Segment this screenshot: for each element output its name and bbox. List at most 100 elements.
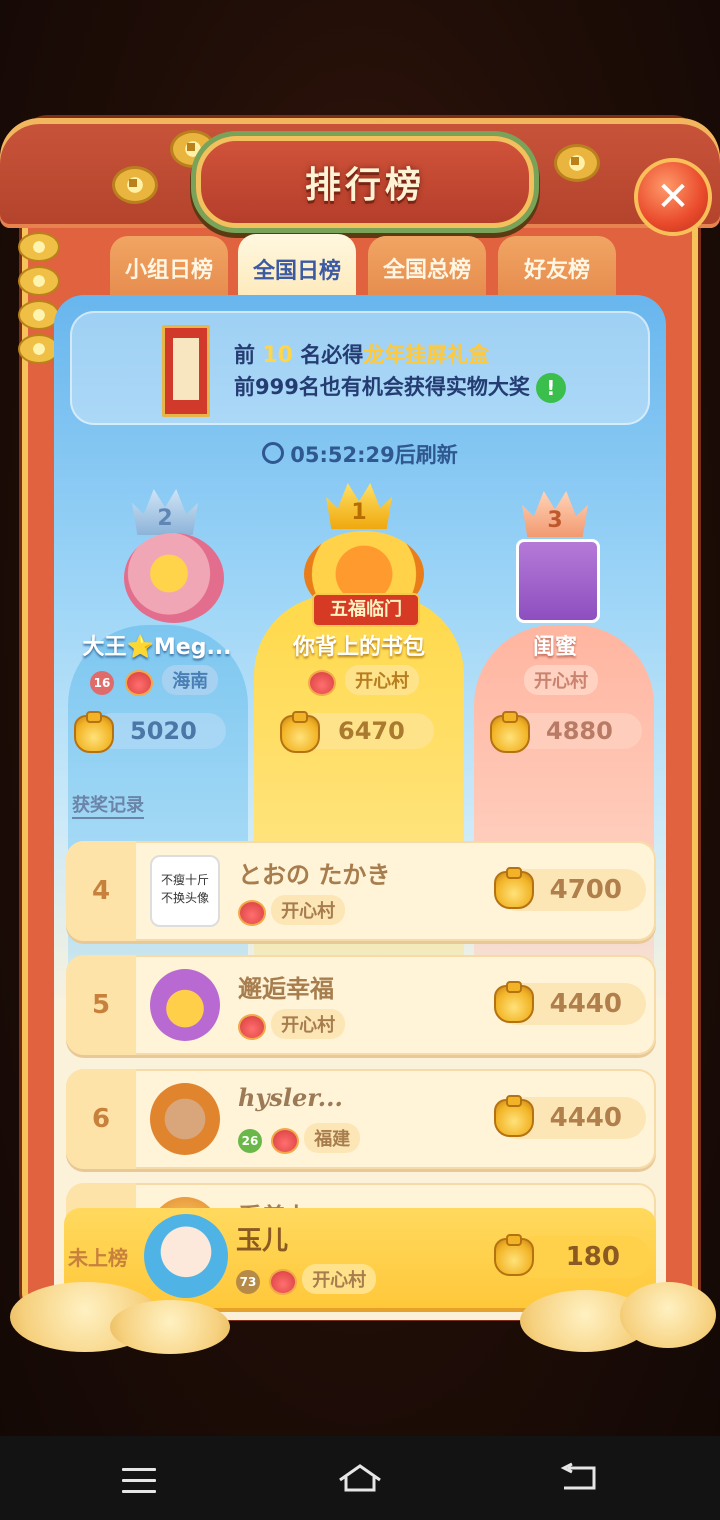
- region-tag: 开心村: [302, 1264, 377, 1294]
- podium-tags-3: 开心村: [524, 665, 598, 695]
- money-bag-icon: [494, 1095, 534, 1137]
- tab-group-daily[interactable]: 小组日榜: [110, 236, 228, 300]
- gift-scroll-icon: [162, 325, 210, 417]
- tab-label: 全国总榜: [382, 258, 471, 283]
- podium-name-1: 你背上的书包: [292, 635, 425, 660]
- avatar[interactable]: 不瘦十斤 不换头像: [150, 855, 220, 927]
- rank-number: 6: [91, 1104, 111, 1134]
- banner-text: 前999名也有机会获得实物大奖: [234, 375, 530, 399]
- podium-tags-2: 16 海南: [90, 665, 219, 696]
- crown-rank-1: 1: [326, 483, 392, 529]
- table-row[interactable]: 6 hysler... 26 福建 4440: [66, 1069, 656, 1169]
- cloud-decoration: [110, 1300, 230, 1354]
- tab-label: 全国日榜: [252, 259, 341, 284]
- level-badge: 73: [236, 1269, 260, 1294]
- table-row[interactable]: 5 邂逅幸福 开心村 4440: [66, 955, 656, 1055]
- my-rank-label: 未上榜: [68, 1246, 128, 1270]
- money-bag-icon: [490, 711, 530, 753]
- rank-number: 1: [351, 500, 367, 525]
- village-icon: [271, 1127, 300, 1154]
- money-bag-icon: [494, 867, 534, 909]
- region-text: 海南: [172, 671, 209, 692]
- leaderboard-content: 前 10 名必得龙年挂屏礼盒 前999名也有机会获得实物大奖! 05:52:29…: [54, 295, 666, 1320]
- score-value: 5020: [130, 717, 197, 745]
- refresh-text: 05:52:29后刷新: [290, 443, 458, 467]
- rank-number: 4: [91, 876, 111, 906]
- title-plaque: 排行榜: [196, 136, 534, 228]
- close-icon: ✕: [656, 174, 690, 220]
- coin-icon: [112, 166, 158, 204]
- region-text: 开心村: [281, 901, 336, 922]
- score-value: 4440: [549, 1103, 622, 1133]
- podium-tags-1: 开心村: [308, 665, 420, 696]
- money-bag-icon: [494, 1234, 534, 1276]
- avatar-frame-ribbon: 五福临门: [312, 593, 420, 627]
- refresh-timer: 05:52:29后刷新: [54, 439, 666, 469]
- reward-banner[interactable]: 前 10 名必得龙年挂屏礼盒 前999名也有机会获得实物大奖!: [70, 311, 650, 425]
- banner-highlight-number: 10: [262, 343, 293, 368]
- avatar[interactable]: [144, 1214, 228, 1298]
- region-tag-group: 开心村: [238, 895, 346, 926]
- table-row[interactable]: 4 不瘦十斤 不换头像 とおの たかき 开心村 4700: [66, 841, 656, 941]
- banner-text: 名必得: [292, 343, 364, 367]
- avatar[interactable]: [150, 1083, 220, 1155]
- region-text: 开心村: [281, 1015, 336, 1036]
- banner-line-1: 前 10 名必得龙年挂屏礼盒: [234, 339, 489, 369]
- banner-text: 前: [234, 343, 263, 367]
- page-title: 排行榜: [304, 165, 425, 206]
- podium-name-3: 闺蜜: [532, 635, 577, 660]
- tab-label: 好友榜: [523, 258, 590, 283]
- crown-rank-3: 3: [522, 491, 588, 537]
- money-bag-icon: [74, 711, 114, 753]
- coin-string-decoration: [18, 232, 60, 368]
- crown-rank-2: 2: [132, 489, 198, 535]
- rank-number: 2: [157, 506, 173, 531]
- exclamation-icon[interactable]: !: [535, 373, 566, 403]
- menu-icon[interactable]: [122, 1468, 156, 1501]
- village-icon: [238, 899, 266, 926]
- level-badge: 26: [238, 1128, 262, 1153]
- my-tags: 73 开心村: [236, 1264, 377, 1295]
- rank-cell: 4: [66, 841, 136, 941]
- money-bag-icon: [280, 711, 320, 753]
- award-record-link[interactable]: 获奖记录: [72, 791, 144, 819]
- player-name: 邂逅幸福: [238, 975, 334, 1003]
- region-tag: 海南: [162, 665, 219, 695]
- score-value: 4880: [546, 717, 613, 745]
- banner-line-2: 前999名也有机会获得实物大奖!: [234, 371, 566, 403]
- region-text: 开心村: [312, 1270, 367, 1291]
- region-tag: 开心村: [524, 665, 598, 695]
- tab-friends[interactable]: 好友榜: [498, 236, 616, 300]
- avatar[interactable]: [516, 539, 600, 623]
- frame-text: 五福临门: [330, 599, 402, 620]
- region-tag-group: 开心村: [238, 1009, 346, 1040]
- rank-cell: 5: [66, 955, 136, 1055]
- village-icon: [269, 1268, 298, 1295]
- rank-cell: 6: [66, 1069, 136, 1169]
- rank-number: 3: [547, 508, 563, 533]
- avatar[interactable]: [150, 969, 220, 1041]
- avatar[interactable]: [124, 533, 224, 623]
- region-tag: 开心村: [271, 895, 346, 925]
- close-button[interactable]: ✕: [634, 158, 712, 236]
- region-tag: 开心村: [345, 665, 420, 695]
- cloud-decoration: [620, 1282, 716, 1348]
- rank-number: 5: [91, 990, 111, 1020]
- back-icon[interactable]: [560, 1462, 598, 1494]
- region-tag: 开心村: [271, 1009, 346, 1039]
- tab-national-daily[interactable]: 全国日榜: [238, 234, 356, 304]
- home-icon[interactable]: [336, 1462, 384, 1494]
- avatar-text: 不瘦十斤 不换头像: [160, 873, 209, 905]
- village-icon: [125, 669, 154, 696]
- region-tag-group: 26 福建: [238, 1123, 361, 1154]
- region-text: 开心村: [534, 671, 588, 692]
- tab-national-total[interactable]: 全国总榜: [368, 236, 486, 300]
- tab-label: 小组日榜: [124, 258, 213, 283]
- podium-name-2: 大王⭐Meg...: [82, 635, 232, 660]
- coin-icon: [554, 144, 600, 182]
- score-value: 4440: [549, 989, 622, 1019]
- score-value: 6470: [338, 717, 405, 745]
- level-badge: 16: [90, 671, 114, 695]
- region-tag: 福建: [304, 1123, 361, 1153]
- banner-highlight-gift: 龙年挂屏礼盒: [363, 343, 490, 367]
